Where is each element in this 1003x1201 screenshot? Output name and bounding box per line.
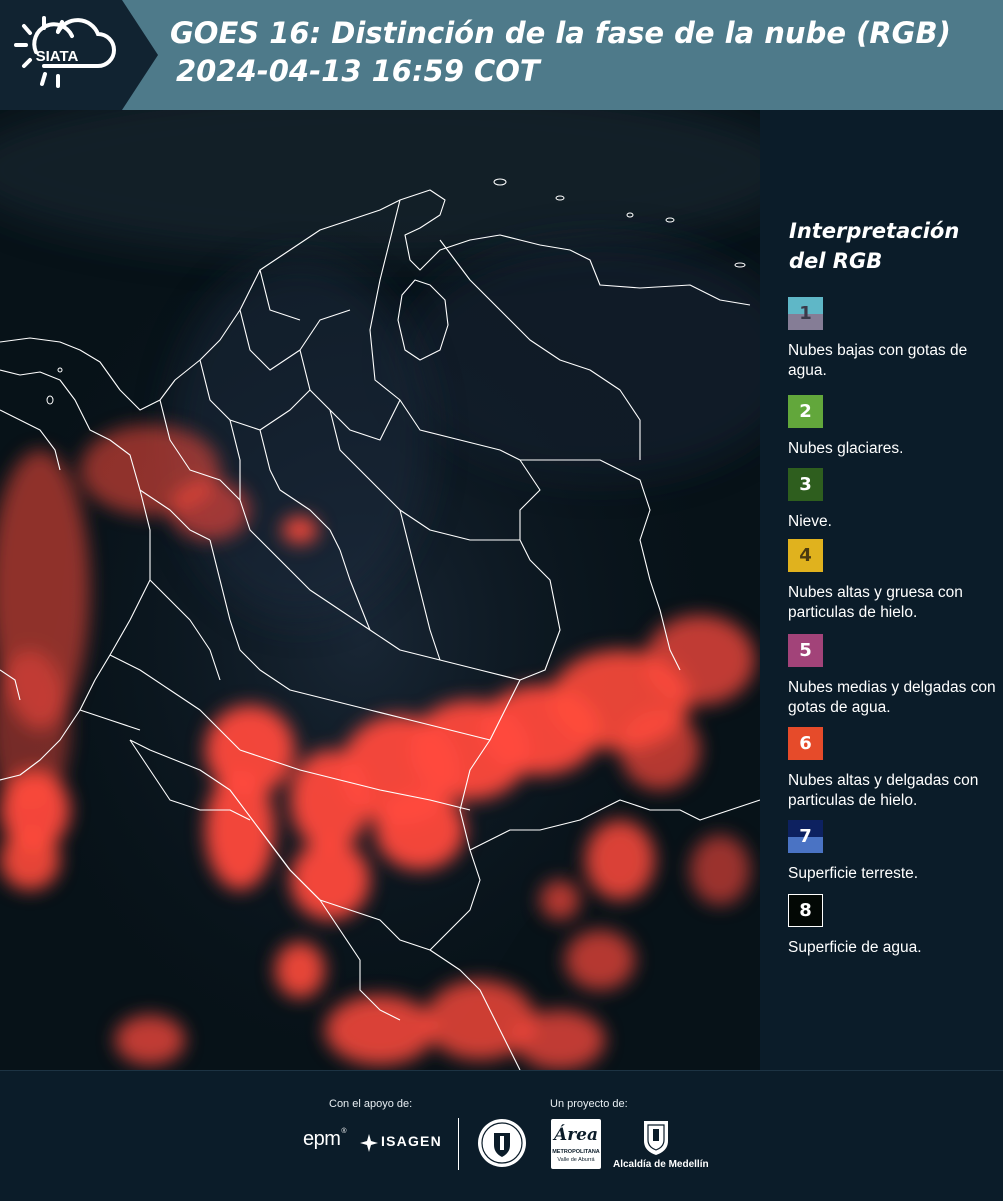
legend-item-6: 6 Nubes altas y delgadas con particulas … [788, 727, 1000, 811]
legend-swatch-7: 7 [788, 820, 823, 853]
epm-logo: epm® [303, 1128, 347, 1150]
legend-swatch-5: 5 [788, 634, 823, 667]
title-line-1: GOES 16: Distinción de la fase de la nub… [170, 16, 951, 50]
legend-swatch-8: 8 [788, 894, 823, 927]
header-bar: SIATA GOES 16: Distinción de la fase de … [0, 0, 1003, 110]
siata-sun-cloud-icon: SIATA [14, 16, 116, 88]
legend-item-2: 2 Nubes glaciares. [788, 395, 1000, 459]
isagen-star-icon [360, 1134, 378, 1152]
swatch-number: 5 [799, 640, 812, 661]
footer-divider [458, 1118, 459, 1170]
legend-label-6: Nubes altas y delgadas con particulas de… [788, 772, 979, 809]
legend-label-5: Nubes medias y delgadas con gotas de agu… [788, 679, 996, 716]
swatch-number: 8 [799, 900, 812, 921]
swatch-number: 2 [799, 401, 812, 422]
page-title: GOES 16: Distinción de la fase de la nub… [170, 14, 990, 90]
alcaldia-shield-icon [644, 1121, 668, 1155]
swatch-number: 3 [799, 474, 812, 495]
swatch-number: 6 [799, 733, 812, 754]
legend-item-4: 4 Nubes altas y gruesa con particulas de… [788, 539, 1000, 623]
legend-swatch-2: 2 [788, 395, 823, 428]
legend-label-1: Nubes bajas con gotas de agua. [788, 342, 968, 379]
siata-logo: SIATA [0, 0, 158, 110]
project-label: Un proyecto de: [550, 1098, 628, 1110]
legend-title: Interpretación del RGB [789, 216, 989, 276]
legend-label-4: Nubes altas y gruesa con particulas de h… [788, 584, 963, 621]
swatch-number: 1 [799, 303, 812, 324]
epm-logo-text: epm [303, 1128, 341, 1150]
legend-swatch-6: 6 [788, 727, 823, 760]
legend-item-1: 1 Nubes bajas con gotas de agua. [788, 297, 1000, 381]
legend-item-7: 7 Superficie terreste. [788, 820, 1000, 884]
legend-title-line-2: del RGB [789, 249, 883, 273]
legend-swatch-3: 3 [788, 468, 823, 501]
legend-label-2: Nubes glaciares. [788, 440, 904, 457]
swatch-number: 7 [799, 826, 812, 847]
legend-panel: Interpretación del RGB 1 Nubes bajas con… [760, 110, 1003, 1070]
area-logo-text: Área [554, 1125, 598, 1145]
title-line-2: 2024-04-13 16:59 COT [176, 54, 540, 88]
legend-label-3: Nieve. [788, 513, 832, 530]
swatch-number: 4 [799, 545, 812, 566]
logo-text: SIATA [36, 48, 79, 65]
medellin-seal-icon [478, 1119, 526, 1167]
legend-item-3: 3 Nieve. [788, 468, 1000, 532]
area-metropolitana-logo: Área METROPOLITANA Valle de Aburrá [551, 1119, 601, 1169]
satellite-image-svg [0, 110, 760, 1070]
legend-swatch-1: 1 [788, 297, 823, 330]
legend-label-7: Superficie terreste. [788, 865, 919, 882]
area-logo-sub-1: METROPOLITANA [552, 1149, 600, 1155]
legend-label-8: Superficie de agua. [788, 939, 922, 956]
legend-swatch-4: 4 [788, 539, 823, 572]
isagen-logo: ISAGEN [381, 1133, 442, 1149]
legend-item-5: 5 Nubes medias y delgadas con gotas de a… [788, 634, 1000, 718]
legend-title-line-1: Interpretación [789, 219, 960, 243]
footer: Con el apoyo de: Un proyecto de: epm® IS… [0, 1070, 1003, 1201]
support-label: Con el apoyo de: [329, 1098, 413, 1110]
alcaldia-medellin-label: Alcaldía de Medellín [613, 1159, 709, 1170]
area-logo-sub-2: Valle de Aburrá [557, 1157, 595, 1163]
satellite-map [0, 110, 760, 1070]
legend-item-8: 8 Superficie de agua. [788, 894, 1000, 958]
